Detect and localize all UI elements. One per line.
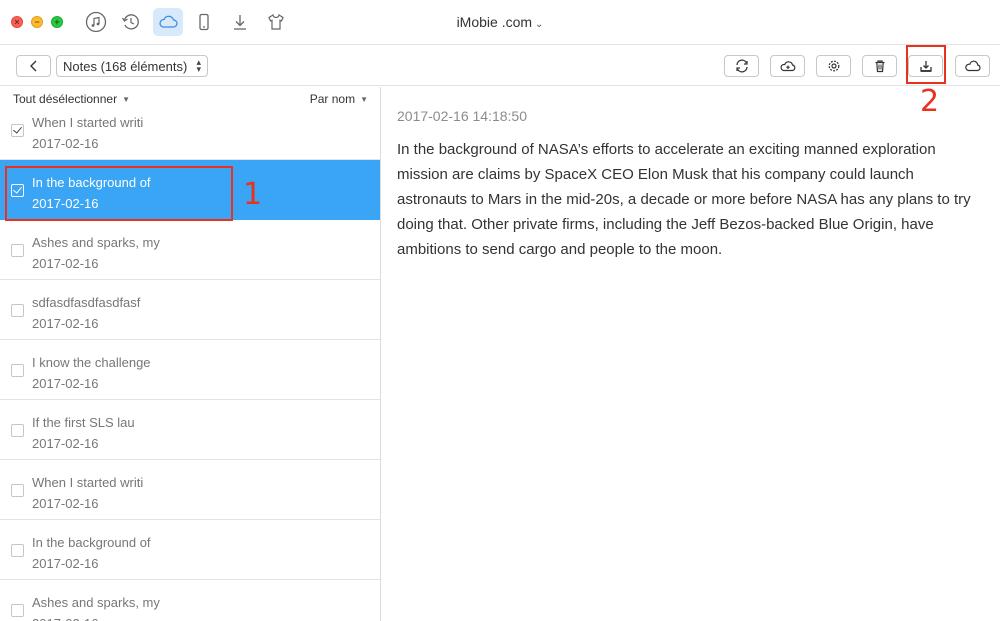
back-button[interactable]: [16, 55, 51, 77]
toolbar: Notes (168 éléments) ▴ ▾: [0, 46, 1000, 86]
note-detail-pane: 2017-02-16 14:18:50 In the background of…: [382, 87, 1000, 621]
delete-button[interactable]: [862, 55, 897, 77]
item-checkbox[interactable]: [11, 424, 24, 437]
note-timestamp: 2017-02-16 14:18:50: [397, 108, 527, 124]
refresh-icon: [735, 59, 748, 73]
list-item[interactable]: Ashes and sparks, my 2017-02-16: [0, 220, 380, 280]
send-to-cloud-button[interactable]: [955, 55, 990, 77]
add-to-cloud-button[interactable]: [770, 55, 805, 77]
item-checkbox[interactable]: [11, 364, 24, 377]
list-item[interactable]: When I started writi 2017-02-16: [0, 100, 380, 160]
list-item[interactable]: If the first SLS lau 2017-02-16: [0, 400, 380, 460]
list-item[interactable]: sdfasdfasdfasdfasf 2017-02-16: [0, 280, 380, 340]
item-checkbox[interactable]: [11, 244, 24, 257]
annotation-box-1: [5, 166, 233, 221]
category-select[interactable]: Notes (168 éléments) ▴ ▾: [56, 55, 208, 77]
item-checkbox[interactable]: [11, 604, 24, 617]
list-item[interactable]: Ashes and sparks, my 2017-02-16: [0, 580, 380, 621]
list-item[interactable]: I know the challenge 2017-02-16: [0, 340, 380, 400]
note-body: In the background of NASA’s efforts to a…: [397, 141, 971, 258]
item-checkbox[interactable]: [11, 124, 24, 137]
select-arrows-icon: ▴ ▾: [196, 57, 201, 74]
chevron-down-icon: ⌄: [535, 19, 544, 30]
annotation-box-2: [906, 45, 946, 84]
cloud-upload-icon: [779, 61, 795, 72]
settings-icon: [828, 60, 839, 72]
item-checkbox[interactable]: [11, 544, 24, 557]
annotation-number-1: 1: [243, 177, 263, 212]
list-item[interactable]: When I started writi 2017-02-16: [0, 460, 380, 520]
list-item[interactable]: In the background of 2017-02-16: [0, 520, 380, 580]
annotation-number-2: 2: [920, 84, 940, 119]
device-title[interactable]: iMobie .com ⌄: [0, 14, 1000, 30]
title-bar: × − + iMobie .com ⌄: [0, 0, 1000, 45]
cloud-icon: [964, 60, 981, 72]
trash-icon: [875, 60, 884, 73]
settings-button[interactable]: [816, 55, 851, 77]
chevron-left-icon: [29, 60, 36, 72]
refresh-button[interactable]: [724, 55, 759, 77]
item-checkbox[interactable]: [11, 304, 24, 317]
item-checkbox[interactable]: [11, 484, 24, 497]
